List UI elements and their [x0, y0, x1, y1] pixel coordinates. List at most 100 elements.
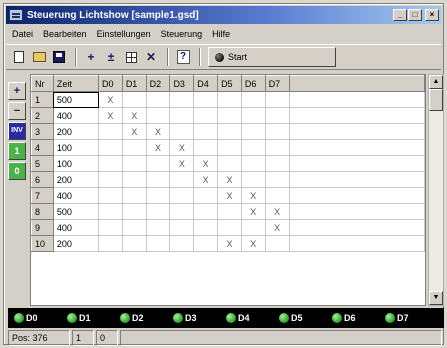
table-row[interactable]: 9 400 X [31, 219, 425, 236]
table-row[interactable]: 6 200 X X [31, 171, 425, 188]
help-button[interactable]: ? [174, 48, 192, 66]
scroll-up-icon[interactable]: ▲ [429, 75, 443, 89]
channel-cell-d7[interactable] [264, 171, 290, 188]
channel-cell-d2[interactable]: X [145, 139, 171, 156]
row-number[interactable]: 2 [31, 107, 54, 124]
channel-cell-d6[interactable] [240, 139, 266, 156]
set-zero-button[interactable]: 0 [8, 162, 26, 180]
channel-cell-d2[interactable] [145, 187, 171, 204]
channel-cell-d1[interactable] [121, 219, 147, 236]
time-cell[interactable]: 500 [52, 203, 100, 220]
grid-button[interactable] [122, 48, 140, 66]
channel-cell-d3[interactable] [169, 203, 195, 220]
column-header[interactable]: D7 [264, 75, 290, 92]
table-row[interactable]: 1 500 X [31, 91, 425, 108]
column-header[interactable]: D1 [121, 75, 147, 92]
channel-cell-d4[interactable] [193, 187, 219, 204]
channel-cell-d7[interactable]: X [264, 203, 290, 220]
channel-cell-d6[interactable]: X [240, 203, 266, 220]
row-number[interactable]: 10 [31, 235, 54, 252]
channel-cell-d3[interactable] [169, 123, 195, 140]
menu-datei[interactable]: Datei [12, 29, 33, 39]
remove-step-button[interactable]: − [8, 102, 26, 120]
table-row[interactable]: 10 200 X X [31, 235, 425, 252]
menu-einstellungen[interactable]: Einstellungen [97, 29, 151, 39]
channel-cell-d1[interactable]: X [121, 107, 147, 124]
channel-cell-d2[interactable] [145, 91, 171, 108]
channel-cell-d4[interactable] [193, 107, 219, 124]
channel-cell-d2[interactable] [145, 155, 171, 172]
table-row[interactable]: 7 400 X X [31, 187, 425, 204]
channel-cell-d3[interactable]: X [169, 139, 195, 156]
time-cell[interactable]: 100 [52, 155, 100, 172]
channel-cell-d7[interactable]: X [264, 219, 290, 236]
new-button[interactable] [10, 48, 28, 66]
menu-steuerung[interactable]: Steuerung [161, 29, 203, 39]
invert-button[interactable]: INV [8, 122, 26, 140]
channel-cell-d5[interactable] [217, 203, 242, 220]
channel-cell-d3[interactable] [169, 91, 195, 108]
time-cell[interactable]: 200 [52, 235, 100, 252]
vertical-scrollbar[interactable]: ▲ ▼ [428, 74, 444, 306]
close-button[interactable]: × [425, 9, 439, 21]
time-cell[interactable]: 100 [52, 139, 100, 156]
column-header[interactable]: D0 [98, 75, 123, 92]
channel-cell-d4[interactable] [193, 235, 219, 252]
table-row[interactable]: 4 100 X X [31, 139, 425, 156]
time-cell[interactable]: 400 [52, 107, 100, 124]
open-button[interactable] [30, 48, 48, 66]
channel-cell-d6[interactable] [240, 107, 266, 124]
time-cell[interactable]: 400 [52, 219, 100, 236]
channel-cell-d0[interactable] [98, 235, 123, 252]
channel-cell-d5[interactable] [217, 107, 242, 124]
channel-cell-d4[interactable] [193, 123, 219, 140]
channel-cell-d0[interactable] [98, 187, 123, 204]
channel-cell-d4[interactable]: X [193, 171, 219, 188]
channel-cell-d3[interactable] [169, 107, 195, 124]
channel-cell-d2[interactable] [145, 203, 171, 220]
set-one-button[interactable]: 1 [8, 142, 26, 160]
menu-bearbeiten[interactable]: Bearbeiten [43, 29, 87, 39]
title-bar[interactable]: Steuerung Lichtshow [sample1.gsd] _ □ × [6, 6, 441, 24]
channel-cell-d7[interactable] [264, 123, 290, 140]
row-number[interactable]: 3 [31, 123, 54, 140]
channel-cell-d1[interactable] [121, 139, 147, 156]
column-header[interactable]: D6 [240, 75, 266, 92]
channel-cell-d0[interactable] [98, 155, 123, 172]
channel-cell-d6[interactable] [240, 171, 266, 188]
channel-cell-d7[interactable] [264, 139, 290, 156]
channel-cell-d6[interactable]: X [240, 235, 266, 252]
channel-cell-d0[interactable] [98, 219, 123, 236]
column-header[interactable]: Zeit [52, 75, 100, 92]
channel-cell-d0[interactable]: X [98, 91, 123, 108]
channel-cell-d7[interactable] [264, 91, 290, 108]
channel-cell-d3[interactable] [169, 171, 195, 188]
channel-cell-d4[interactable] [193, 203, 219, 220]
channel-cell-d5[interactable] [217, 91, 242, 108]
channel-cell-d0[interactable] [98, 203, 123, 220]
channel-cell-d2[interactable] [145, 235, 171, 252]
channel-cell-d7[interactable] [264, 155, 290, 172]
channel-cell-d4[interactable]: X [193, 155, 219, 172]
row-number[interactable]: 8 [31, 203, 54, 220]
channel-cell-d7[interactable] [264, 107, 290, 124]
channel-cell-d1[interactable]: X [121, 123, 147, 140]
menu-hilfe[interactable]: Hilfe [212, 29, 230, 39]
save-button[interactable] [50, 48, 68, 66]
channel-cell-d1[interactable] [121, 203, 147, 220]
channel-cell-d0[interactable] [98, 139, 123, 156]
scroll-thumb[interactable] [429, 89, 443, 111]
row-number[interactable]: 7 [31, 187, 54, 204]
channel-cell-d1[interactable] [121, 155, 147, 172]
row-number[interactable]: 9 [31, 219, 54, 236]
channel-cell-d7[interactable] [264, 187, 290, 204]
channel-cell-d0[interactable] [98, 123, 123, 140]
start-button[interactable]: Start [208, 47, 336, 67]
channel-cell-d5[interactable]: X [217, 171, 242, 188]
row-number[interactable]: 5 [31, 155, 54, 172]
channel-cell-d0[interactable]: X [98, 107, 123, 124]
row-number[interactable]: 6 [31, 171, 54, 188]
add-step-button[interactable]: + [8, 82, 26, 100]
time-cell[interactable]: 500 [52, 91, 100, 108]
channel-cell-d6[interactable] [240, 155, 266, 172]
